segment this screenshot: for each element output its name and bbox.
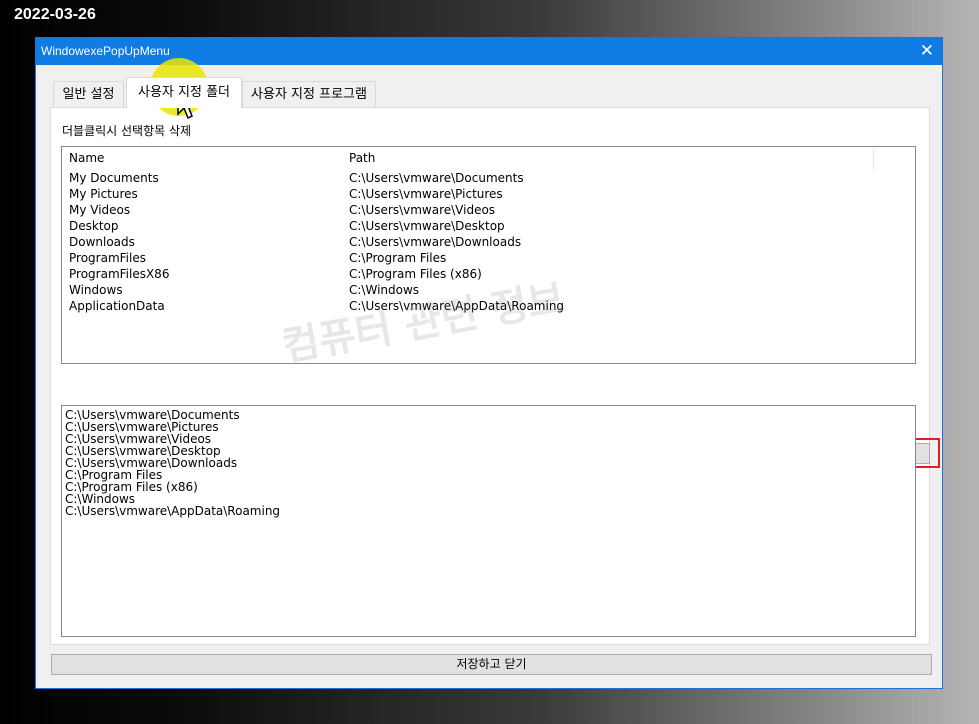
list-item-path: C:\Users\vmware\AppData\Roaming — [349, 299, 565, 313]
paths-textbox[interactable]: C:\Users\vmware\Documents C:\Users\vmwar… — [61, 405, 916, 637]
tab-general-settings[interactable]: 일반 설정 — [53, 81, 124, 107]
list-item[interactable]: ProgramFilesX86 C:\Program Files (x86) — [62, 267, 915, 283]
list-item-path: C:\Program Files — [349, 251, 447, 265]
list-item-name: My Documents — [69, 171, 159, 185]
list-item-name: ProgramFiles — [69, 251, 146, 265]
list-item-name: Downloads — [69, 235, 135, 249]
list-item-name: Desktop — [69, 219, 119, 233]
list-item[interactable]: Downloads C:\Users\vmware\Downloads — [62, 235, 915, 251]
list-item[interactable]: My Documents C:\Users\vmware\Documents — [62, 171, 915, 187]
hint-text: 더블클릭시 선택항목 삭제 — [62, 124, 192, 138]
list-item-name: ApplicationData — [69, 299, 165, 313]
date-label: 2022-03-26 — [14, 6, 96, 23]
list-item-path: C:\Users\vmware\Documents — [349, 171, 524, 185]
tab-panel: 더블클릭시 선택항목 삭제 Name Path My Documents C:\U… — [50, 107, 940, 645]
list-item[interactable]: Windows C:\Windows — [62, 283, 915, 299]
list-item-path: C:\Program Files (x86) — [349, 267, 482, 281]
list-item-name: My Pictures — [69, 187, 138, 201]
list-item-name: Windows — [69, 283, 123, 297]
tab-custom-folders[interactable]: 사용자 지정 폴더 — [126, 77, 242, 108]
list-item-name: My Videos — [69, 203, 131, 217]
list-item-path: C:\Users\vmware\Desktop — [349, 219, 505, 233]
list-item[interactable]: My Pictures C:\Users\vmware\Pictures — [62, 187, 915, 203]
window-title: WindowexePopUpMenu — [41, 44, 170, 58]
list-item[interactable]: Desktop C:\Users\vmware\Desktop — [62, 219, 915, 235]
client-area: 일반 설정 사용자 지정 폴더 사용자 지정 프로그램 더블클릭시 선택항목 삭… — [36, 65, 942, 688]
list-item[interactable]: My Videos C:\Users\vmware\Videos — [62, 203, 915, 219]
list-item[interactable]: ProgramFiles C:\Program Files — [62, 251, 915, 267]
list-item-path: C:\Users\vmware\Pictures — [349, 187, 503, 201]
list-item-path: C:\Windows — [349, 283, 420, 297]
folder-list[interactable]: Name Path My Documents C:\Users\vmware\Do… — [61, 146, 916, 364]
tab-custom-programs[interactable]: 사용자 지정 프로그램 — [242, 81, 376, 107]
list-item-path: C:\Users\vmware\Downloads — [349, 235, 522, 249]
list-item[interactable]: ApplicationData C:\Users\vmware\AppData\R… — [62, 299, 915, 315]
list-item-path: C:\Users\vmware\Videos — [349, 203, 496, 217]
column-separator — [873, 149, 874, 169]
app-window: WindowexePopUpMenu ✕ 일반 설정 사용자 지정 폴더 사용자… — [35, 37, 943, 689]
column-header-path[interactable]: Path — [349, 151, 375, 165]
save-and-close-button[interactable]: 저장하고 닫기 — [51, 654, 932, 675]
list-item-name: ProgramFilesX86 — [69, 267, 170, 281]
column-header-name[interactable]: Name — [69, 151, 104, 165]
close-icon[interactable]: ✕ — [920, 41, 934, 61]
